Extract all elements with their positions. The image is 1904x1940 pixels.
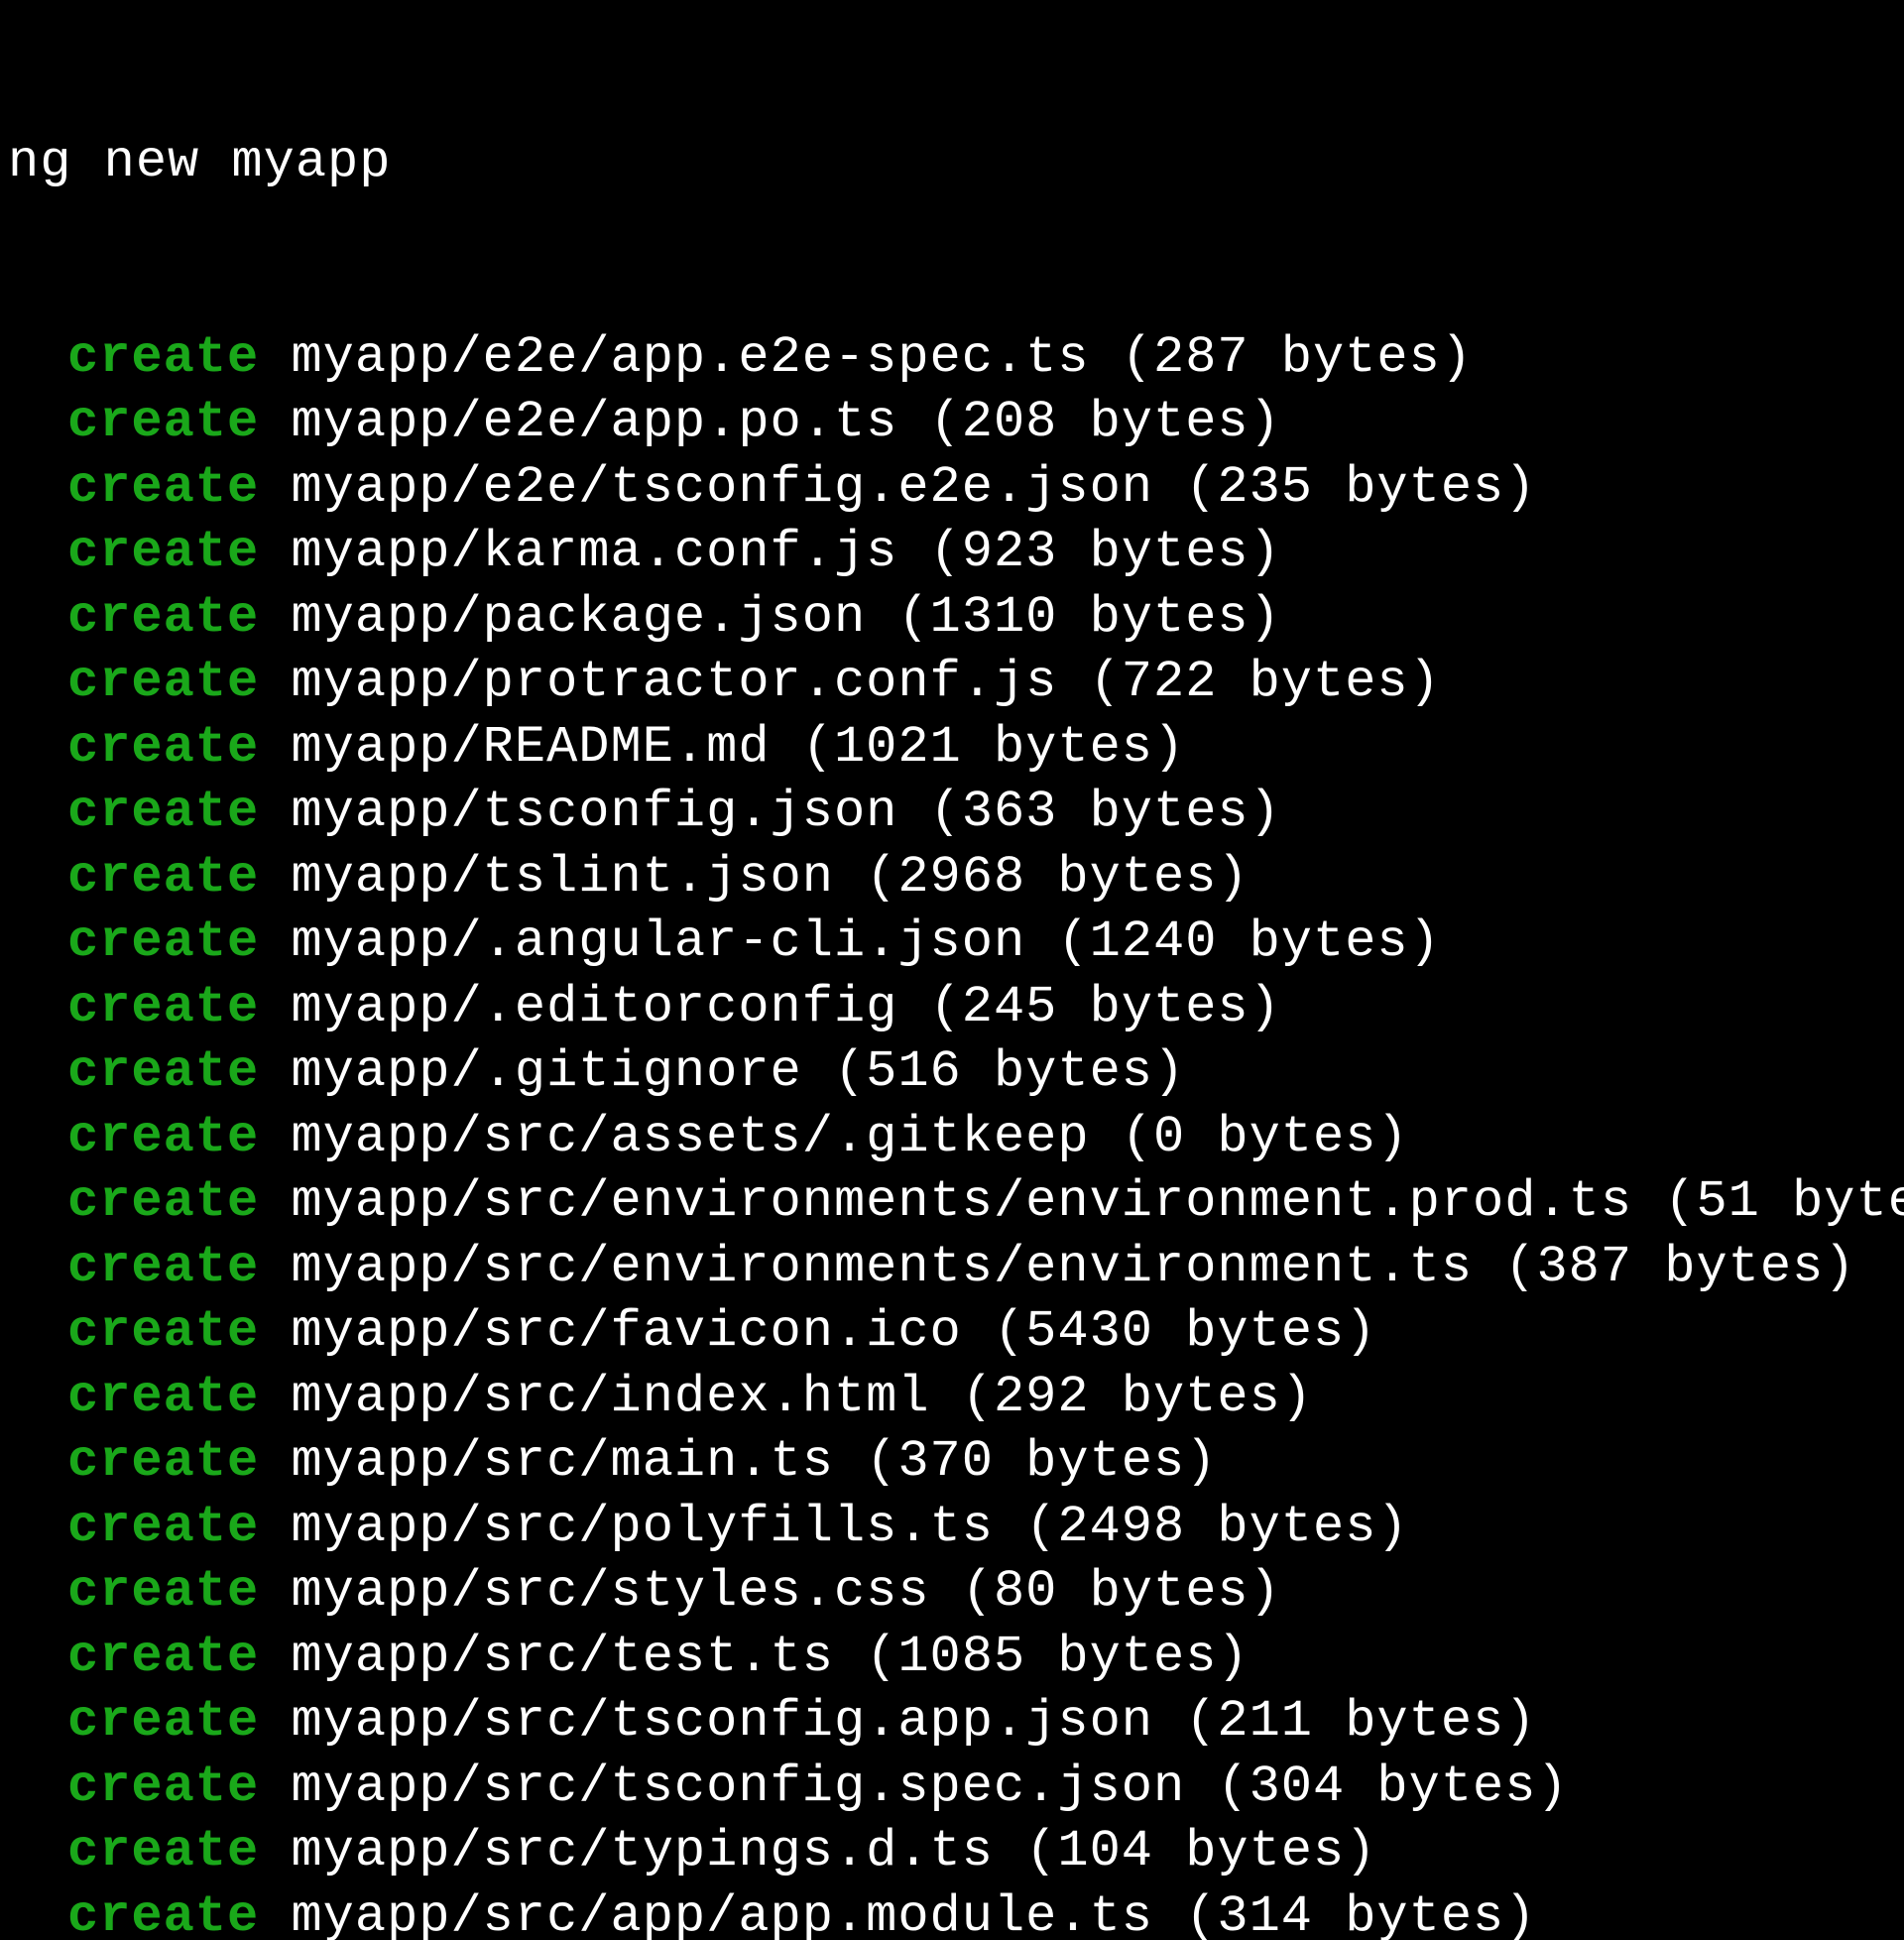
action-label: create bbox=[67, 1562, 259, 1621]
file-path: myapp/src/assets/.gitkeep (0 bytes) bbox=[291, 1108, 1408, 1166]
file-path: myapp/src/main.ts (370 bytes) bbox=[291, 1432, 1217, 1491]
file-path: myapp/src/favicon.ico (5430 bytes) bbox=[291, 1302, 1376, 1361]
file-create-line: create myapp/src/tsconfig.app.json (211 … bbox=[8, 1689, 1904, 1755]
file-path: myapp/src/styles.css (80 bytes) bbox=[291, 1562, 1280, 1621]
action-label: create bbox=[67, 978, 259, 1036]
file-path: myapp/tsconfig.json (363 bytes) bbox=[291, 783, 1280, 841]
file-create-line: create myapp/e2e/tsconfig.e2e.json (235 … bbox=[8, 455, 1904, 521]
file-path: myapp/src/index.html (292 bytes) bbox=[291, 1368, 1313, 1426]
file-create-line: create myapp/src/tsconfig.spec.json (304… bbox=[8, 1755, 1904, 1820]
file-create-line: create myapp/src/assets/.gitkeep (0 byte… bbox=[8, 1105, 1904, 1170]
file-path: myapp/src/environments/environment.prod.… bbox=[291, 1172, 1904, 1231]
file-create-line: create myapp/tslint.json (2968 bytes) bbox=[8, 845, 1904, 910]
action-label: create bbox=[67, 1887, 259, 1940]
file-create-line: create myapp/tsconfig.json (363 bytes) bbox=[8, 780, 1904, 845]
action-label: create bbox=[67, 718, 259, 777]
action-label: create bbox=[67, 1172, 259, 1231]
file-path: myapp/src/environments/environment.ts (3… bbox=[291, 1238, 1855, 1296]
action-label: create bbox=[67, 588, 259, 647]
file-path: myapp/karma.conf.js (923 bytes) bbox=[291, 523, 1280, 581]
action-label: create bbox=[67, 1368, 259, 1426]
file-path: myapp/e2e/tsconfig.e2e.json (235 bytes) bbox=[291, 458, 1536, 517]
action-label: create bbox=[67, 1498, 259, 1556]
action-label: create bbox=[67, 1302, 259, 1361]
file-path: myapp/e2e/app.po.ts (208 bytes) bbox=[291, 393, 1280, 451]
file-create-line: create myapp/karma.conf.js (923 bytes) bbox=[8, 520, 1904, 585]
terminal-output: ng new myapp create myapp/e2e/app.e2e-sp… bbox=[0, 0, 1904, 1940]
file-create-line: create myapp/package.json (1310 bytes) bbox=[8, 585, 1904, 651]
action-label: create bbox=[67, 1628, 259, 1686]
file-path: myapp/.gitignore (516 bytes) bbox=[291, 1042, 1185, 1101]
file-create-line: create myapp/src/polyfills.ts (2498 byte… bbox=[8, 1495, 1904, 1560]
file-create-line: create myapp/protractor.conf.js (722 byt… bbox=[8, 650, 1904, 715]
action-label: create bbox=[67, 458, 259, 517]
file-create-line: create myapp/src/index.html (292 bytes) bbox=[8, 1365, 1904, 1430]
action-label: create bbox=[67, 848, 259, 907]
file-create-line: create myapp/src/test.ts (1085 bytes) bbox=[8, 1625, 1904, 1690]
action-label: create bbox=[67, 653, 259, 711]
file-path: myapp/tslint.json (2968 bytes) bbox=[291, 848, 1249, 907]
file-create-line: create myapp/.gitignore (516 bytes) bbox=[8, 1039, 1904, 1105]
action-label: create bbox=[67, 393, 259, 451]
file-path: myapp/src/polyfills.ts (2498 bytes) bbox=[291, 1498, 1408, 1556]
action-label: create bbox=[67, 1432, 259, 1491]
file-path: myapp/src/app/app.module.ts (314 bytes) bbox=[291, 1887, 1536, 1940]
command-line: ng new myapp bbox=[8, 133, 391, 191]
action-label: create bbox=[67, 1692, 259, 1751]
file-path: myapp/src/typings.d.ts (104 bytes) bbox=[291, 1822, 1376, 1880]
file-create-line: create myapp/src/favicon.ico (5430 bytes… bbox=[8, 1299, 1904, 1365]
file-path: myapp/.editorconfig (245 bytes) bbox=[291, 978, 1280, 1036]
file-create-line: create myapp/src/app/app.module.ts (314 … bbox=[8, 1884, 1904, 1940]
action-label: create bbox=[67, 783, 259, 841]
action-label: create bbox=[67, 523, 259, 581]
action-label: create bbox=[67, 1042, 259, 1101]
action-label: create bbox=[67, 1108, 259, 1166]
file-path: myapp/README.md (1021 bytes) bbox=[291, 718, 1185, 777]
action-label: create bbox=[67, 1238, 259, 1296]
file-path: myapp/package.json (1310 bytes) bbox=[291, 588, 1280, 647]
file-create-line: create myapp/src/typings.d.ts (104 bytes… bbox=[8, 1819, 1904, 1884]
file-create-line: create myapp/src/main.ts (370 bytes) bbox=[8, 1429, 1904, 1495]
file-path: myapp/protractor.conf.js (722 bytes) bbox=[291, 653, 1440, 711]
file-create-line: create myapp/e2e/app.po.ts (208 bytes) bbox=[8, 390, 1904, 455]
file-create-line: create myapp/src/environments/environmen… bbox=[8, 1235, 1904, 1300]
action-label: create bbox=[67, 328, 259, 387]
file-path: myapp/e2e/app.e2e-spec.ts (287 bytes) bbox=[291, 328, 1473, 387]
file-path: myapp/src/tsconfig.app.json (211 bytes) bbox=[291, 1692, 1536, 1751]
file-create-line: create myapp/README.md (1021 bytes) bbox=[8, 715, 1904, 781]
file-path: myapp/src/test.ts (1085 bytes) bbox=[291, 1628, 1249, 1686]
file-path: myapp/src/tsconfig.spec.json (304 bytes) bbox=[291, 1758, 1568, 1816]
file-create-line: create myapp/src/environments/environmen… bbox=[8, 1169, 1904, 1235]
file-create-line: create myapp/e2e/app.e2e-spec.ts (287 by… bbox=[8, 325, 1904, 391]
action-label: create bbox=[67, 1822, 259, 1880]
action-label: create bbox=[67, 1758, 259, 1816]
file-create-list: create myapp/e2e/app.e2e-spec.ts (287 by… bbox=[8, 325, 1904, 1940]
file-create-line: create myapp/src/styles.css (80 bytes) bbox=[8, 1559, 1904, 1625]
file-create-line: create myapp/.angular-cli.json (1240 byt… bbox=[8, 909, 1904, 975]
file-path: myapp/.angular-cli.json (1240 bytes) bbox=[291, 912, 1440, 971]
action-label: create bbox=[67, 912, 259, 971]
file-create-line: create myapp/.editorconfig (245 bytes) bbox=[8, 975, 1904, 1040]
